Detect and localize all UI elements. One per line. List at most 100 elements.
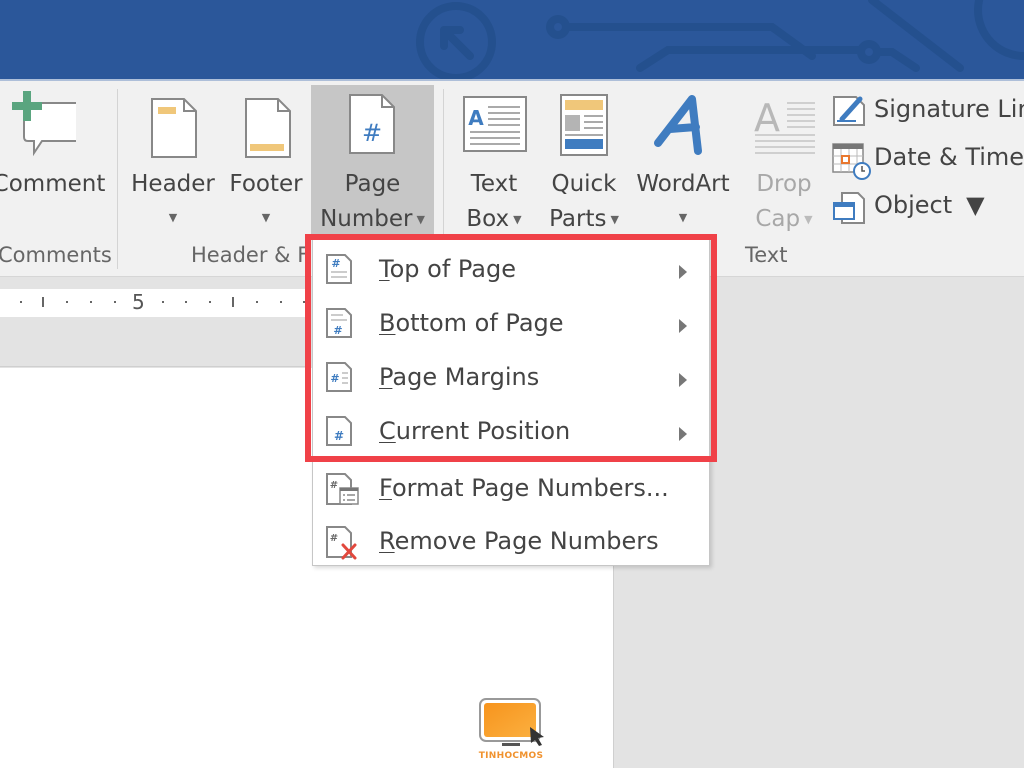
object-label-wrap: Object ▼ — [874, 187, 985, 223]
group-separator — [117, 89, 118, 269]
drop-cap-label-line2-wrap: Cap ▼ — [745, 202, 823, 237]
text-box-button[interactable]: A Text Box ▼ — [451, 87, 537, 237]
submenu-arrow-icon — [679, 265, 687, 279]
svg-text:#: # — [334, 429, 344, 443]
top-of-page-icon: # — [326, 254, 352, 284]
page-number-button[interactable]: # Page Number ▼ — [311, 85, 434, 235]
comment-label: Comment — [0, 171, 106, 197]
drop-cap-button[interactable]: A Drop Cap ▼ — [745, 87, 823, 237]
page-number-label-line2: Number — [320, 206, 413, 232]
header-button[interactable]: Header ▼ — [126, 87, 220, 237]
ruler-number: 5 — [132, 290, 145, 314]
svg-text:A: A — [754, 96, 780, 140]
menu-item-format-page-numbers[interactable]: # Format Page Numbers... — [313, 464, 709, 514]
svg-text:#: # — [330, 480, 338, 491]
text-group-label: Text — [745, 243, 788, 267]
page-number-label-line2-wrap: Number ▼ — [311, 202, 434, 237]
svg-text:#: # — [333, 324, 342, 337]
menu-item-bottom-of-page[interactable]: # Bottom of Page — [313, 299, 709, 349]
drop-cap-label-line1: Drop — [756, 171, 812, 197]
menu-item-label: Page Margins — [379, 363, 540, 391]
signature-line-icon — [833, 96, 865, 126]
object-icon — [833, 192, 865, 224]
date-time-button[interactable]: Date & Time — [832, 139, 1024, 180]
quick-parts-label-line1: Quick — [551, 171, 617, 197]
wordart-button[interactable]: WordArt ▼ — [630, 87, 736, 237]
submenu-arrow-icon — [679, 373, 687, 387]
menu-item-label: Remove Page Numbers — [379, 527, 659, 555]
quick-parts-label-line2-wrap: Parts ▼ — [542, 202, 626, 237]
ruler-tick — [185, 301, 187, 303]
horizontal-ruler[interactable]: 5 — [0, 289, 310, 317]
quick-parts-icon — [560, 94, 608, 156]
new-comment-icon — [12, 91, 76, 157]
menu-item-label: Bottom of Page — [379, 309, 564, 337]
chevron-down-icon: ▼ — [513, 213, 522, 226]
chevron-down-icon: ▼ — [610, 213, 619, 226]
menu-item-top-of-page[interactable]: # Top of Page — [313, 245, 709, 295]
menu-item-label: Current Position — [379, 417, 571, 445]
svg-text:#: # — [330, 372, 339, 385]
text-box-label-line1: Text — [470, 171, 518, 197]
title-bar-decoration — [416, 0, 1024, 79]
ruler-tick — [20, 301, 22, 303]
ruler-margin-area — [0, 317, 310, 367]
ruler-tick — [42, 297, 44, 307]
wordart-icon — [654, 95, 702, 155]
submenu-arrow-icon — [679, 319, 687, 333]
date-time-label: Date & Time — [874, 143, 1024, 171]
date-time-icon — [832, 143, 871, 180]
page-number-icon: # — [349, 94, 395, 154]
wordart-label: WordArt — [636, 171, 730, 197]
current-position-icon: # — [326, 416, 352, 446]
drop-cap-label-line2: Cap — [755, 206, 801, 232]
new-comment-button[interactable]: Comment — [0, 87, 106, 237]
comments-group-label: Comments — [0, 243, 112, 267]
menu-item-page-margins[interactable]: # Page Margins — [313, 353, 709, 403]
page-number-menu: # Top of Page # Bottom of Page # Page Ma… — [312, 236, 710, 566]
format-page-numbers-icon: # — [326, 473, 359, 505]
chevron-down-icon: ▼ — [804, 213, 813, 226]
menu-item-remove-page-numbers[interactable]: # Remove Page Numbers — [313, 517, 709, 567]
menu-item-label: Top of Page — [379, 255, 517, 283]
quick-parts-button[interactable]: Quick Parts ▼ — [542, 87, 626, 237]
ruler-tick — [66, 301, 68, 303]
svg-text:A: A — [468, 106, 484, 130]
ruler-tick — [232, 297, 234, 307]
text-box-icon: A — [463, 96, 527, 152]
header-label: Header — [131, 171, 215, 197]
drop-cap-icon: A — [754, 96, 815, 154]
footer-button[interactable]: Footer ▼ — [222, 87, 310, 237]
bottom-of-page-icon: # — [326, 308, 352, 338]
signature-line-label: Signature Lin — [874, 95, 1024, 123]
ruler-tick — [303, 301, 305, 303]
chevron-down-icon: ▼ — [416, 213, 425, 226]
menu-item-label: Format Page Numbers... — [379, 474, 669, 502]
ruler-tick — [256, 301, 258, 303]
text-box-label-line2: Box — [466, 206, 510, 232]
chevron-down-icon: ▼ — [261, 211, 271, 224]
footer-label: Footer — [229, 171, 303, 197]
chevron-down-icon: ▼ — [168, 211, 178, 224]
signature-line-button[interactable]: Signature Lin — [832, 91, 1024, 127]
quick-parts-label-line2: Parts — [549, 206, 607, 232]
remove-page-numbers-icon: # — [326, 526, 357, 560]
watermark-text: TINHOCMOS — [478, 751, 544, 761]
title-bar — [0, 0, 1024, 79]
watermark-logo: TINHOCMOS — [476, 697, 546, 765]
page-number-label-line1: Page — [344, 171, 401, 197]
footer-icon — [245, 98, 291, 158]
text-box-label-line2-wrap: Box ▼ — [451, 202, 537, 237]
object-button[interactable]: Object ▼ — [832, 187, 992, 224]
monitor-logo-icon — [479, 698, 544, 746]
ruler-tick — [209, 301, 211, 303]
ruler-tick — [162, 301, 164, 303]
header-footer-group-label: Header & F — [191, 243, 310, 267]
chevron-down-icon: ▼ — [966, 191, 985, 219]
menu-item-current-position[interactable]: # Current Position — [313, 407, 709, 457]
svg-text:#: # — [362, 119, 382, 147]
page-margins-icon: # — [326, 362, 352, 392]
object-label: Object — [874, 191, 953, 219]
chevron-down-icon: ▼ — [678, 211, 688, 224]
header-icon — [151, 98, 197, 158]
